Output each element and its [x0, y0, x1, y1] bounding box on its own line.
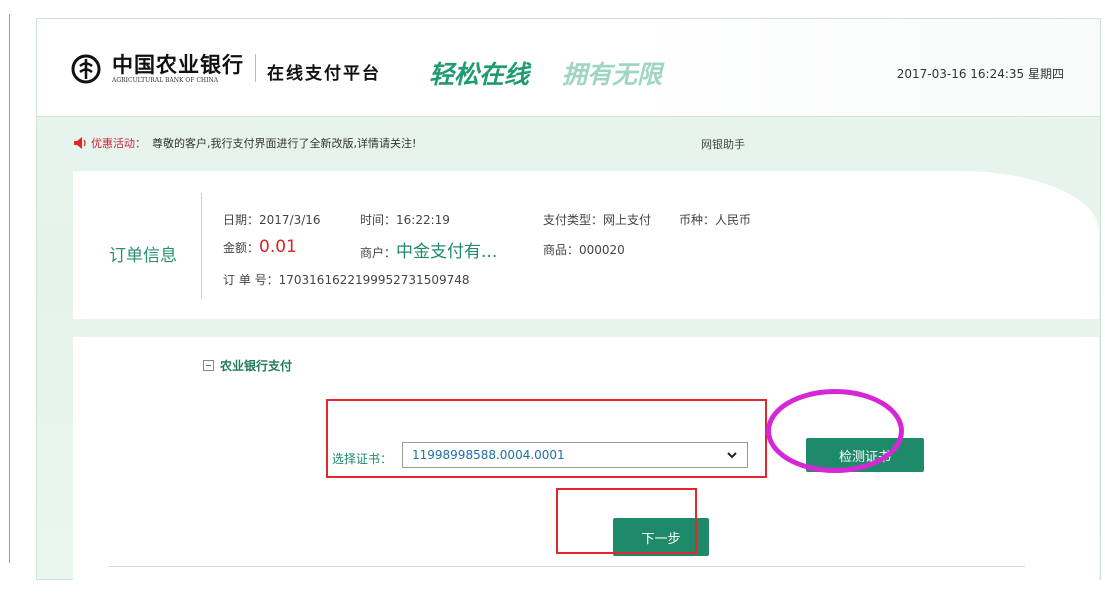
order-amount-label: 金额：	[223, 241, 260, 255]
abc-pay-section[interactable]: 农业银行支付	[203, 357, 292, 374]
order-divider	[201, 193, 202, 299]
order-merchant: 商户：中金支付有...	[360, 237, 497, 262]
order-info-panel: 订单信息 日期：2017/3/16 时间：16:22:19 支付类型：网上支付 …	[73, 171, 1099, 319]
order-pay-type: 支付类型：网上支付	[543, 213, 652, 227]
promo-bar: 优惠活动： 尊敬的客户,我行支付界面进行了全新改版,详情请关注!	[73, 135, 416, 151]
collapse-icon[interactable]	[203, 360, 214, 371]
abc-pay-title: 农业银行支付	[220, 359, 293, 373]
order-goods: 商品：000020	[543, 243, 625, 257]
order-amount-value: 0.01	[259, 237, 297, 257]
order-merchant-value: 中金支付有...	[396, 242, 498, 262]
bank-name: 中国农业银行	[112, 52, 244, 77]
slogan-part1: 轻松在线	[429, 60, 530, 89]
header: 中国农业银行 AGRICULTURAL BANK OF CHINA 在线支付平台…	[37, 19, 1100, 117]
order-amount: 金额：0.01	[223, 237, 297, 257]
window-edge	[9, 14, 10, 563]
header-divider	[255, 54, 256, 82]
promo-label: 优惠活动：	[91, 137, 146, 150]
order-merchant-label: 商户：	[360, 246, 397, 260]
order-time: 时间：16:22:19	[360, 213, 450, 227]
header-datetime: 2017-03-16 16:24:35 星期四	[896, 67, 1064, 81]
order-currency: 币种：人民币	[679, 213, 752, 227]
order-date: 日期：2017/3/16	[223, 213, 321, 227]
promo-text: 尊敬的客户,我行支付界面进行了全新改版,详情请关注!	[152, 137, 417, 150]
annotation-red-box-cert	[326, 399, 767, 478]
bank-name-en: AGRICULTURAL BANK OF CHINA	[112, 77, 219, 84]
annotation-red-box-next	[556, 488, 697, 554]
slogan-part2: 拥有无限	[562, 60, 663, 89]
netbank-helper-link[interactable]: 网银助手	[701, 136, 745, 152]
annotation-magenta-ellipse	[766, 389, 904, 473]
order-number: 订 单 号：170316162219995273150974​8	[223, 273, 470, 287]
platform-title: 在线支付平台	[267, 64, 381, 84]
abc-logo-icon	[71, 54, 101, 84]
megaphone-icon	[74, 137, 86, 149]
order-info-title: 订单信息	[109, 246, 177, 266]
payment-divider	[109, 566, 1025, 567]
